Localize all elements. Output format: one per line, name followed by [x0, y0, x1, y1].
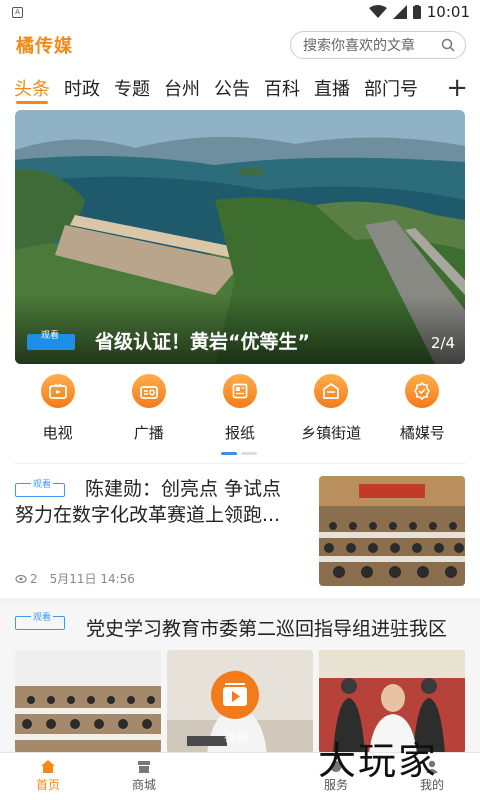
nav-label: 首页 [35, 778, 60, 792]
pager-dot [241, 452, 257, 455]
banner-badge-label: 观看 [41, 331, 60, 341]
nav-home[interactable]: 首页 [0, 753, 96, 800]
banner-pager: 2/4 [430, 334, 455, 352]
newspaper-icon [222, 374, 257, 408]
category-tabs: 头条 时政 专题 台州 公告 百科 直播 部门号 + [0, 66, 480, 110]
status-time: 10:01 [426, 3, 470, 21]
channel-label: 广播 [133, 424, 164, 442]
app-header: 橘传媒 搜索你喜欢的文章 [0, 24, 480, 66]
watch-tag: 观看 [15, 610, 65, 630]
add-tab-button[interactable]: + [446, 74, 468, 102]
battery-icon [412, 5, 421, 19]
nav-label: 商城 [131, 778, 156, 792]
radio-icon [131, 374, 166, 408]
tab-headlines[interactable]: 头条 [14, 66, 50, 110]
badge-icon [405, 374, 440, 408]
home-icon [41, 760, 55, 773]
nav-center[interactable] [192, 753, 288, 800]
channel-label: 乡镇街道 [301, 424, 362, 442]
news-image [15, 650, 161, 754]
tab-politics[interactable]: 时政 [64, 66, 100, 110]
news-thumbnail [319, 476, 465, 586]
town-icon [314, 374, 349, 408]
sim-icon: A [12, 6, 23, 18]
news-meta: 2 5月11日 14:56 [15, 570, 135, 587]
divider [15, 463, 465, 464]
banner-watch-badge: 观看 [27, 331, 75, 350]
news-item[interactable]: 观看 陈建勋：创亮点 争试点 努力在数字化改革赛道上领跑... 2 5月11日 … [15, 476, 465, 586]
views: 2 [15, 572, 38, 586]
channel-label: 橘媒号 [399, 424, 445, 442]
tab-taizhou[interactable]: 台州 [164, 66, 200, 110]
channel-pager [221, 452, 257, 455]
tab-encyclopedia[interactable]: 百科 [264, 66, 300, 110]
channel-towns[interactable]: 乡镇街道 [291, 374, 371, 454]
news-date: 5月11日 14:56 [49, 572, 135, 586]
channel-radio[interactable]: 广播 [109, 374, 189, 454]
signal-icon [392, 5, 407, 19]
status-bar: A 10:01 [0, 0, 480, 24]
play-video-button[interactable] [211, 671, 259, 719]
tv-icon [40, 374, 75, 408]
nav-shop[interactable]: 商城 [96, 753, 192, 800]
channel-tv[interactable]: 电视 [18, 374, 98, 454]
search-placeholder: 搜索你喜欢的文章 [303, 38, 415, 54]
pager-dot-active [221, 452, 237, 455]
shop-icon [138, 761, 150, 773]
banner-carousel[interactable]: 观看 省级认证！黄岩“优等生” 2/4 [15, 110, 465, 364]
app-logo: 橘传媒 [16, 36, 73, 57]
watermark: 大玩家 [318, 739, 439, 783]
play-icon [223, 683, 247, 706]
tab-departments[interactable]: 部门号 [364, 66, 418, 110]
channel-label: 报纸 [224, 424, 255, 442]
tag-label: 观看 [31, 610, 54, 623]
tab-topics[interactable]: 专题 [114, 66, 150, 110]
banner-title[interactable]: 省级认证！黄岩“优等生” [95, 327, 310, 354]
channel-media-account[interactable]: 橘媒号 [382, 374, 462, 454]
channel-grid: 电视 广播 报纸 乡镇街道 橘媒号 [0, 374, 480, 454]
video-label: 视频 [224, 730, 249, 744]
wifi-icon [368, 5, 387, 18]
channel-label: 电视 [42, 424, 73, 442]
tab-live[interactable]: 直播 [314, 66, 350, 110]
news-title: 陈建勋：创亮点 争试点 努力在数字化改革赛道上领跑... [15, 478, 282, 526]
view-count: 2 [30, 571, 38, 586]
eye-icon [15, 574, 27, 583]
news-title: 党史学习教育市委第二巡回指导组进驻我区 [86, 618, 448, 640]
search-icon [441, 38, 455, 52]
search-input[interactable]: 搜索你喜欢的文章 [290, 31, 466, 59]
tab-notices[interactable]: 公告 [214, 66, 250, 110]
channel-newspaper[interactable]: 报纸 [200, 374, 280, 454]
